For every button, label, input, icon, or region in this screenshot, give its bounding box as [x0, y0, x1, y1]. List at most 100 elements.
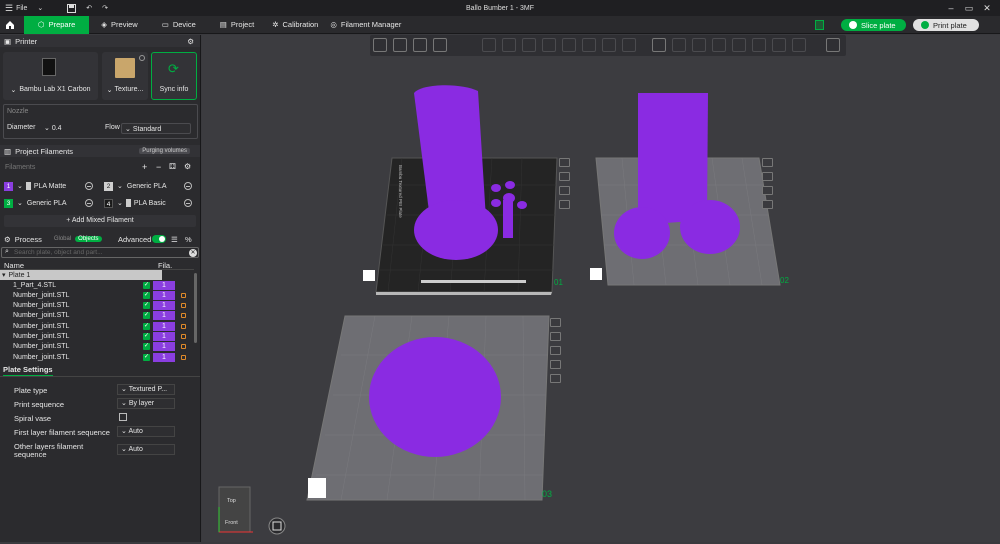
minimize-button[interactable]: –: [942, 0, 960, 16]
number-joint[interactable]: [491, 199, 501, 207]
plate-3-close-icon[interactable]: [550, 318, 561, 327]
add-object-icon[interactable]: [373, 38, 387, 52]
remove-circle-icon[interactable]: [184, 182, 192, 190]
object-search[interactable]: ⌕ Search plate, object and part... ✕: [1, 247, 199, 258]
collapse-icon[interactable]: ▾: [2, 271, 6, 279]
object-visible-checkbox[interactable]: ✓: [143, 302, 150, 310]
object-filament-badge[interactable]: 1: [153, 290, 175, 300]
spiral-vase-checkbox[interactable]: [119, 413, 127, 421]
variable-layer-icon[interactable]: [826, 38, 840, 52]
diameter-select[interactable]: ⌄ 0.4: [41, 123, 103, 134]
object-lock-icon[interactable]: [181, 303, 186, 309]
cut-icon[interactable]: [622, 38, 636, 52]
number-joint[interactable]: [491, 184, 501, 192]
purging-volumes-button[interactable]: Purging volumes: [139, 148, 190, 154]
3d-viewport[interactable]: 01 Bambu Textured PEI Plate 02 03 Top Fr…: [202, 35, 1000, 542]
home-icon[interactable]: [0, 16, 20, 34]
print-sequence-select[interactable]: ⌄ By layer: [117, 398, 175, 409]
object-row[interactable]: Number_joint.STL ✓ 1: [0, 321, 194, 331]
tab-project[interactable]: ▤ Project: [208, 16, 266, 34]
dropdown-chevron-icon[interactable]: ⌄: [32, 0, 48, 16]
text-shape-icon[interactable]: [652, 38, 666, 52]
model-part-2[interactable]: [414, 200, 498, 260]
plate-2-orient-icon[interactable]: [762, 186, 773, 195]
object-lock-icon[interactable]: [181, 323, 186, 329]
add-plate-icon[interactable]: [393, 38, 407, 52]
model-part-5[interactable]: [680, 200, 740, 254]
redo-icon[interactable]: ↷: [97, 0, 113, 16]
number-joint[interactable]: [517, 201, 527, 209]
printer-select-card[interactable]: ⌄ Bambu Lab X1 Carbon: [3, 52, 98, 100]
search-input[interactable]: Search plate, object and part...: [14, 249, 103, 256]
object-filament-badge[interactable]: 1: [153, 342, 175, 352]
object-filament-badge[interactable]: 1: [153, 311, 175, 321]
move-icon[interactable]: [542, 38, 556, 52]
filament-item[interactable]: 1 ⌄ PLA Matte: [4, 180, 100, 192]
tab-prepare[interactable]: ⬡ Prepare: [24, 15, 90, 34]
add-mixed-filament-button[interactable]: + Add Mixed Filament: [4, 215, 196, 227]
printer-settings-icon[interactable]: ⚙: [187, 37, 194, 46]
object-visible-checkbox[interactable]: ✓: [143, 343, 150, 351]
split-parts-icon[interactable]: [502, 38, 516, 52]
first-layer-sequence-select[interactable]: ⌄ Auto: [117, 426, 175, 437]
list-view-icon[interactable]: ☰: [171, 235, 178, 244]
sync-info-button[interactable]: ⟳ Sync info: [151, 52, 197, 100]
object-filament-badge[interactable]: 1: [153, 301, 175, 311]
plate-type-card[interactable]: ⌄ Texture...: [102, 52, 148, 100]
file-menu[interactable]: ☰ File: [0, 0, 32, 16]
object-row[interactable]: 1_Part_4.STL ✓ 1: [0, 280, 194, 290]
plate-2-arrange-icon[interactable]: [762, 172, 773, 181]
slice-plate-button[interactable]: Slice plate: [841, 19, 906, 31]
multi-device-icon[interactable]: [815, 20, 824, 30]
undo-icon[interactable]: ↶: [81, 0, 97, 16]
advanced-switch[interactable]: [152, 235, 166, 243]
object-filament-badge[interactable]: 1: [153, 280, 175, 290]
other-layers-sequence-select[interactable]: ⌄ Auto: [117, 444, 175, 455]
object-lock-icon[interactable]: [181, 354, 186, 360]
object-lock-icon[interactable]: [181, 292, 186, 298]
print-plate-button[interactable]: Print plate: [913, 19, 979, 31]
plate-3-arrange-icon[interactable]: [550, 332, 561, 341]
tab-device[interactable]: ▭ Device: [150, 16, 208, 34]
object-filament-badge[interactable]: 1: [153, 332, 175, 341]
support-paint-icon[interactable]: [672, 38, 686, 52]
object-lock-icon[interactable]: [181, 334, 186, 339]
plate-row[interactable]: ▾ Plate 1: [0, 270, 162, 280]
filament-item[interactable]: 4 ⌄ PLA Basic: [104, 197, 196, 209]
filament-gear-icon[interactable]: ⚙: [184, 162, 191, 171]
percent-icon[interactable]: %: [185, 235, 192, 244]
mesh-boolean-icon[interactable]: [732, 38, 746, 52]
object-visible-checkbox[interactable]: ✓: [143, 333, 150, 340]
number-joint[interactable]: [503, 200, 513, 238]
number-joint[interactable]: [505, 181, 515, 189]
lay-on-face-icon[interactable]: [602, 38, 616, 52]
filament-settings-icon[interactable]: ⚃: [169, 162, 176, 171]
plate-1-arrange-icon[interactable]: [559, 172, 570, 181]
add-filament-icon[interactable]: +: [142, 162, 147, 172]
view-orientation-icon[interactable]: [268, 517, 286, 535]
tab-preview[interactable]: ◈ Preview: [89, 16, 149, 34]
plate-3-lock-icon[interactable]: [550, 360, 561, 369]
slice-dropdown-icon[interactable]: [849, 21, 857, 29]
print-dropdown-icon[interactable]: [921, 21, 929, 29]
tab-calibration[interactable]: ✲ Calibration: [266, 16, 324, 34]
scale-icon[interactable]: [582, 38, 596, 52]
remove-circle-icon[interactable]: [85, 182, 93, 190]
object-row[interactable]: Number_joint.STL ✓ 1: [0, 311, 194, 321]
remove-filament-icon[interactable]: −: [156, 162, 161, 172]
tab-filament-manager[interactable]: ◎ Filament Manager: [324, 16, 407, 34]
rotate-icon[interactable]: [562, 38, 576, 52]
clear-search-icon[interactable]: ✕: [189, 249, 197, 257]
plate-1-close-icon[interactable]: [559, 158, 570, 167]
object-visible-checkbox[interactable]: ✓: [143, 353, 150, 361]
list-scrollbar[interactable]: [194, 273, 197, 343]
brim-ears-icon[interactable]: [792, 38, 806, 52]
close-button[interactable]: ✕: [978, 0, 996, 16]
remove-circle-icon[interactable]: [85, 199, 93, 207]
objects-toggle[interactable]: Objects: [75, 236, 102, 242]
plate-type-select[interactable]: ⌄ Textured P...: [117, 384, 175, 395]
object-row[interactable]: Number_joint.STL ✓ 1: [0, 342, 194, 352]
assembly-icon[interactable]: [772, 38, 786, 52]
arrange-icon[interactable]: [433, 38, 447, 52]
plate-1-orient-icon[interactable]: [559, 186, 570, 195]
